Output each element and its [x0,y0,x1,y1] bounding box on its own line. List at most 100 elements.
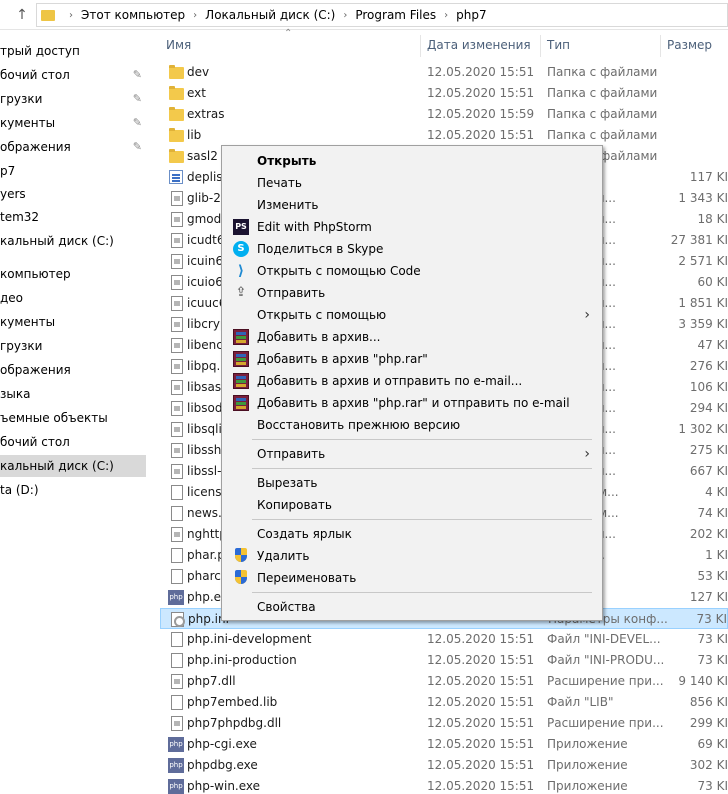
file-date: 12.05.2020 15:51 [427,737,535,751]
nav-item[interactable]: компьютер [0,263,146,285]
nav-item[interactable]: yers [0,183,146,205]
context-menu-item[interactable]: ⟩ Открыть с помощью Code [224,260,600,282]
column-header-type[interactable]: Тип [541,33,660,57]
nav-item-label: бочий стол [0,68,70,82]
file-size: 276 KI [689,359,728,373]
file-name: dev [187,65,210,79]
file-name: php.ini-production [187,653,297,667]
file-row[interactable]: lib 12.05.2020 15:51 Папка с файлами [160,125,728,146]
file-icon [171,548,183,563]
nav-item[interactable]: ъемные объекты [0,407,146,429]
file-name: php.ini-development [187,632,312,646]
file-row[interactable]: php.ini-development 12.05.2020 15:51 Файл … [160,629,728,650]
context-menu-item[interactable]: ⇪ Отправить [224,282,600,304]
file-size: 294 KI [689,401,728,415]
context-menu-item[interactable]: Копировать [224,494,600,516]
file-row[interactable]: dev 12.05.2020 15:51 Папка с файлами [160,62,728,83]
column-header-date[interactable]: Дата изменения [421,33,540,57]
context-menu-item[interactable]: Добавить в архив... [224,326,600,348]
nav-item[interactable]: ображения ✎ [0,136,146,158]
nav-item[interactable]: кументы ✎ [0,112,146,134]
nav-item-label: зыка [0,387,31,401]
nav-item-label: бочий стол [0,435,70,449]
context-menu-item[interactable]: Открыть с помощью › [224,304,600,326]
breadcrumb-separator-icon[interactable]: › [193,10,197,21]
exe-icon: php [168,590,184,605]
nav-item[interactable]: кальный диск (C:) [0,230,146,252]
nav-item[interactable]: трый доступ [0,40,146,62]
skype-icon: S [233,241,249,257]
context-menu-item[interactable]: Восстановить прежнюю версию [224,414,600,436]
file-row[interactable]: php phpdbg.exe 12.05.2020 15:51 Приложение 3… [160,755,728,776]
context-menu-item[interactable]: Открыть [224,150,600,172]
context-menu-item[interactable]: Изменить [224,194,600,216]
address-bar-area: ↑ › Этот компьютер › Локальный диск (C:) › Pr… [0,0,728,30]
dll-icon [171,275,183,290]
address-bar[interactable]: › Этот компьютер › Локальный диск (C:) › Prog… [36,3,728,27]
breadcrumb-item[interactable]: Program Files [355,8,436,22]
context-menu-item[interactable]: Добавить в архив "php.rar" и отправить п… [224,392,600,414]
nav-item[interactable]: кальный диск (C:) [0,455,146,477]
context-menu-label: Отправить [257,286,326,300]
breadcrumb-separator-icon[interactable]: › [444,10,448,21]
nav-item-label: ображения [0,140,71,154]
file-type: Папка с файлами [547,128,658,142]
nav-item[interactable]: ta (D:) [0,479,146,501]
file-type: Папка с файлами [547,65,658,79]
nav-item[interactable]: кументы [0,311,146,333]
breadcrumb-separator-icon[interactable]: › [69,10,73,21]
context-menu-item[interactable]: PS Edit with PhpStorm [224,216,600,238]
file-row[interactable]: ext 12.05.2020 15:51 Папка с файлами [160,83,728,104]
file-row[interactable]: php.ini-production 12.05.2020 15:51 Файл "… [160,650,728,671]
dll-icon [171,233,183,248]
context-menu-item[interactable]: Вырезать [224,472,600,494]
file-row[interactable]: extras 12.05.2020 15:59 Папка с файлами [160,104,728,125]
context-menu-item[interactable]: Создать ярлык [224,523,600,545]
nav-item-label: део [0,291,24,305]
up-arrow-icon[interactable]: ↑ [10,4,34,26]
file-row[interactable]: php php-win.exe 12.05.2020 15:51 Приложение… [160,776,728,794]
file-type: Приложение [547,779,628,793]
file-size: 106 KI [689,380,728,394]
context-menu-label: Добавить в архив "php.rar" [257,352,428,366]
file-row[interactable]: php php-cgi.exe 12.05.2020 15:51 Приложение… [160,734,728,755]
nav-item[interactable]: грузки ✎ [0,88,146,110]
nav-item[interactable]: p7 [0,160,146,182]
nav-item[interactable]: бочий стол ✎ [0,64,146,86]
nav-item[interactable]: бочий стол [0,431,146,453]
breadcrumb-separator-icon[interactable]: › [343,10,347,21]
file-row[interactable]: php7.dll 12.05.2020 15:51 Расширение при..… [160,671,728,692]
context-menu-item[interactable]: Печать [224,172,600,194]
context-menu-item[interactable]: Переименовать [224,567,600,589]
column-header-name[interactable]: Имя [160,33,420,57]
file-type: Файл "LIB" [547,695,614,709]
column-header-size[interactable]: Размер [661,33,728,57]
nav-item[interactable]: зыка [0,383,146,405]
breadcrumb-item[interactable]: Локальный диск (C:) [205,8,335,22]
exe-icon: php [168,737,184,752]
file-size: 127 KI [689,590,728,604]
context-menu-item[interactable]: Свойства [224,596,600,618]
context-menu-item[interactable]: Отправить › [224,443,600,465]
nav-item-label: ъемные объекты [0,411,108,425]
file-date: 12.05.2020 15:51 [427,674,535,688]
nav-item[interactable]: ображения [0,359,146,381]
file-name: libpq. [187,359,221,373]
nav-item-label: компьютер [0,267,71,281]
breadcrumb-item[interactable]: Этот компьютер [81,8,185,22]
nav-item-label: кальный диск (C:) [0,459,114,473]
context-menu-item[interactable]: Добавить в архив "php.rar" [224,348,600,370]
context-menu-item[interactable]: Удалить [224,545,600,567]
breadcrumb-item[interactable]: php7 [456,8,486,22]
folder-icon [169,65,184,79]
menu-separator [252,592,592,593]
nav-item[interactable]: грузки [0,335,146,357]
file-row[interactable]: php7phpdbg.dll 12.05.2020 15:51 Расширение… [160,713,728,734]
context-menu-item[interactable]: S Поделиться в Skype [224,238,600,260]
file-icon [171,569,183,584]
nav-item[interactable]: део [0,287,146,309]
shield-icon [233,548,249,564]
file-row[interactable]: php7embed.lib 12.05.2020 15:51 Файл "LIB" 8… [160,692,728,713]
context-menu-item[interactable]: Добавить в архив и отправить по e-mail..… [224,370,600,392]
nav-item[interactable]: tem32 [0,206,146,228]
